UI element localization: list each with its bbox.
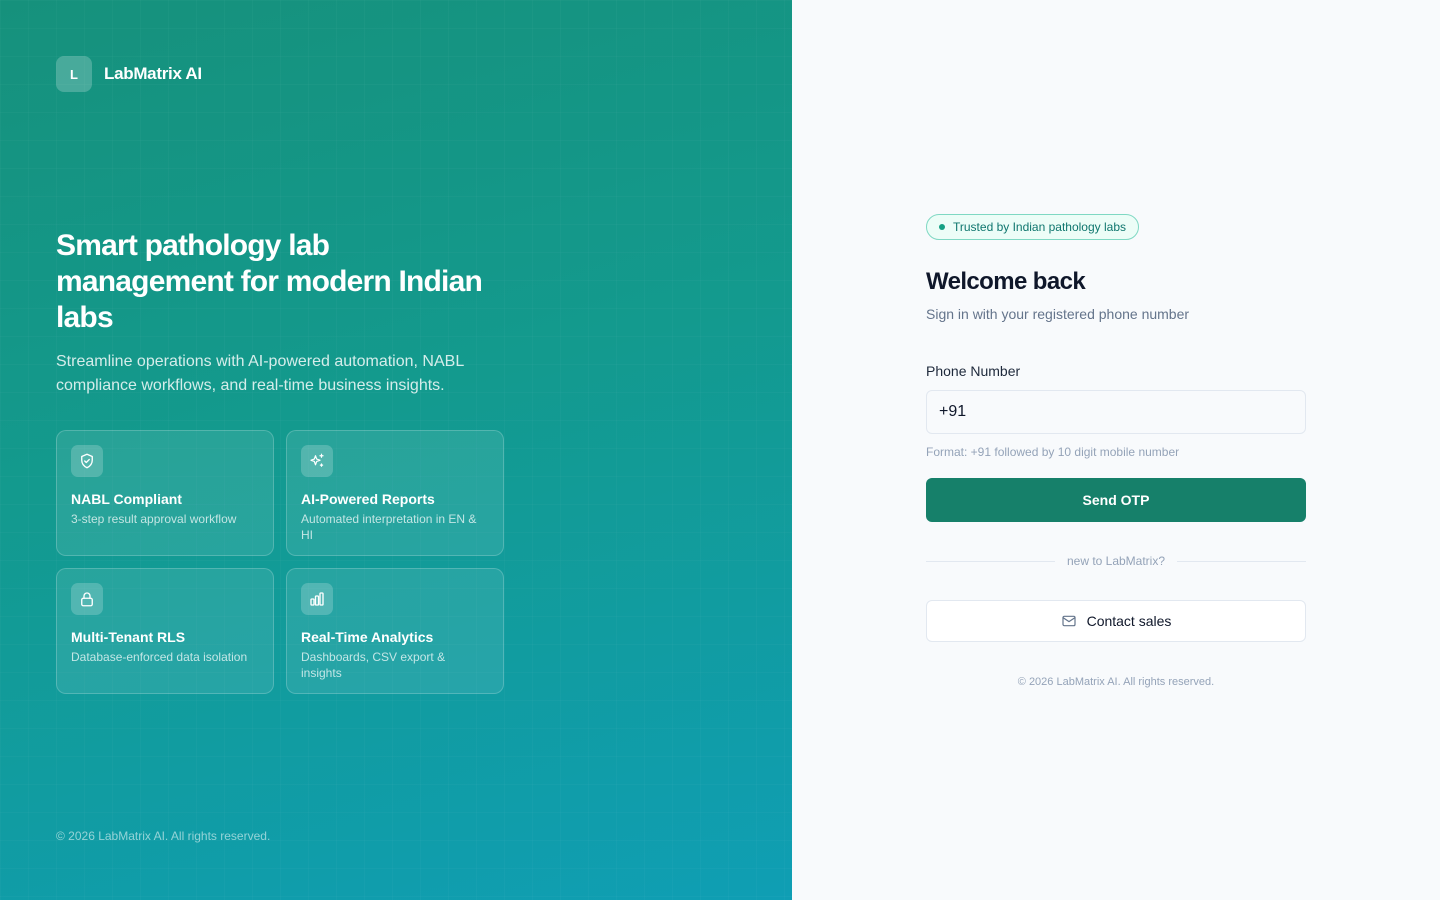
- auth-copyright: © 2026 LabMatrix AI. All rights reserved…: [1017, 676, 1215, 688]
- divider-text: new to LabMatrix?: [1066, 554, 1166, 568]
- shield-check-icon: [71, 445, 103, 477]
- feature-title: AI-Powered Reports: [301, 491, 435, 507]
- feature-title: NABL Compliant: [71, 491, 182, 507]
- login-form: Trusted by Indian pathology labs Welcome…: [926, 214, 1306, 688]
- brand: L LabMatrix AI: [56, 56, 202, 92]
- feature-card-analytics: Real-Time Analytics Dashboards, CSV expo…: [286, 568, 504, 694]
- bar-chart-icon: [301, 583, 333, 615]
- phone-hint: Format: +91 followed by 10 digit mobile …: [926, 445, 1180, 459]
- send-otp-button[interactable]: Send OTP: [926, 478, 1306, 522]
- divider-line: [926, 560, 1055, 562]
- login-page: L LabMatrix AI Smart pathology lab manag…: [0, 0, 1440, 900]
- auth-panel: Trusted by Indian pathology labs Welcome…: [792, 0, 1440, 900]
- hero-panel: L LabMatrix AI Smart pathology lab manag…: [0, 0, 792, 900]
- hero-title: Smart pathology lab management for moder…: [56, 229, 483, 334]
- feature-description: Dashboards, CSV export & insights: [301, 650, 446, 680]
- phone-input[interactable]: [926, 390, 1306, 434]
- page-subtitle: Sign in with your registered phone numbe…: [926, 306, 1190, 322]
- feature-description: Automated interpretation in EN & HI: [301, 512, 477, 542]
- sparkles-icon: [301, 445, 333, 477]
- feature-description: Database-enforced data isolation: [71, 650, 248, 664]
- page-title: Welcome back: [926, 268, 1086, 295]
- hero-content: Smart pathology lab management for moder…: [56, 228, 516, 694]
- divider-line: [1177, 560, 1306, 562]
- feature-card-nabl: NABL Compliant 3-step result approval wo…: [56, 430, 274, 556]
- feature-grid: NABL Compliant 3-step result approval wo…: [56, 430, 516, 694]
- feature-card-ai-reports: AI-Powered Reports Automated interpretat…: [286, 430, 504, 556]
- mail-icon: [1061, 613, 1077, 629]
- hero-subtitle: Streamline operations with AI-powered au…: [56, 353, 464, 394]
- contact-sales-button[interactable]: Contact sales: [926, 600, 1306, 642]
- lock-icon: [71, 583, 103, 615]
- hero-copyright: © 2026 LabMatrix AI. All rights reserved…: [56, 829, 271, 843]
- feature-title: Multi-Tenant RLS: [71, 629, 186, 645]
- feature-card-multi-tenant: Multi-Tenant RLS Database-enforced data …: [56, 568, 274, 694]
- trust-badge: Trusted by Indian pathology labs: [926, 214, 1139, 240]
- trust-badge-label: Trusted by Indian pathology labs: [953, 220, 1126, 234]
- contact-sales-label: Contact sales: [1086, 613, 1172, 629]
- status-dot-icon: [939, 224, 945, 230]
- brand-name: LabMatrix AI: [104, 64, 202, 83]
- phone-label: Phone Number: [926, 363, 1021, 379]
- divider: new to LabMatrix?: [926, 554, 1306, 568]
- brand-logo: L: [56, 56, 92, 92]
- feature-description: 3-step result approval workflow: [71, 512, 237, 526]
- feature-title: Real-Time Analytics: [301, 629, 434, 645]
